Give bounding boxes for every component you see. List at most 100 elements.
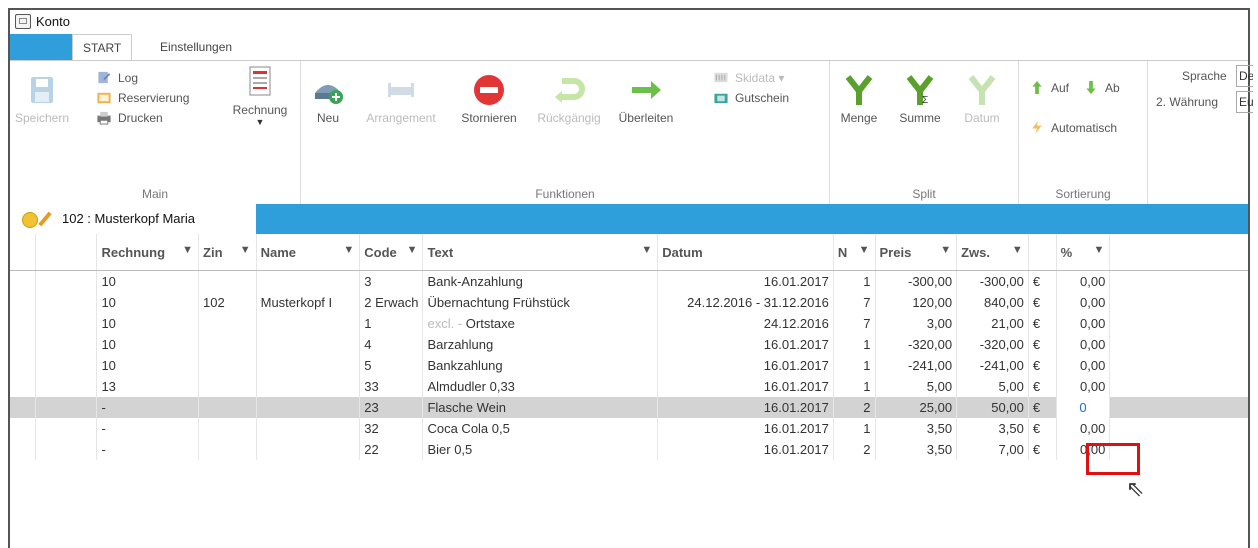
cell-anzahl: 2 (833, 439, 876, 460)
col-name[interactable]: Name ▼ (256, 234, 361, 271)
cell-prozent[interactable]: 0,00 (1056, 313, 1111, 334)
filter-icon[interactable]: ▼ (859, 244, 870, 256)
filter-icon[interactable]: ▼ (1093, 244, 1104, 256)
cell-rechnung: - (96, 418, 200, 439)
sort-automatisch-button[interactable]: Automatisch (1029, 119, 1117, 137)
reservierung-button[interactable]: Reservierung (96, 89, 189, 107)
cell-spacer (1110, 355, 1248, 376)
speichern-button[interactable]: Speichern (14, 73, 70, 125)
filter-icon[interactable]: ▼ (940, 244, 951, 256)
cell-prozent[interactable]: 0 (1056, 397, 1111, 418)
tab-start[interactable]: START (72, 34, 133, 60)
customer-tab[interactable]: 102 : Musterkopf Maria (10, 204, 256, 234)
table-row[interactable]: - 23 Flasche Wein 16.01.2017 2 25,00 50,00 €0 (10, 397, 1248, 418)
cell-currency: € (1028, 292, 1057, 313)
cell-spacer (1109, 397, 1248, 418)
waehrung-select[interactable]: Eu (1236, 91, 1253, 113)
cell-prozent[interactable]: 0,00 (1056, 418, 1111, 439)
tab-einstellungen[interactable]: Einstellungen (150, 34, 242, 60)
summe-button[interactable]: Σ Summe (890, 73, 950, 125)
cell-anzahl: 1 (833, 418, 876, 439)
cell-currency: € (1028, 355, 1057, 376)
neu-button[interactable]: Neu (303, 73, 353, 125)
sprache-select[interactable]: De (1236, 65, 1253, 87)
cell-datum: 24.12.2016 - 31.12.2016 (657, 292, 834, 313)
table-row[interactable]: -32 Coca Cola 0,5 16.01.2017 1 3,50 3,50 €0,00 (10, 418, 1248, 439)
konto-window: Konto START Einstellungen Speichern Log … (8, 8, 1253, 548)
cell-name (256, 334, 361, 355)
rueckgaengig-button[interactable]: Rückgängig (531, 73, 607, 125)
col-preis-label: Preis (879, 244, 912, 260)
filter-icon[interactable]: ▼ (240, 244, 251, 256)
cell-prozent[interactable]: 0,00 (1056, 376, 1111, 397)
cell-spacer (1110, 313, 1248, 334)
filter-icon[interactable]: ▼ (407, 244, 418, 256)
cell-zimmer (198, 418, 257, 439)
datum-split-button[interactable]: Datum (954, 73, 1010, 125)
excl-prefix: excl. - (427, 316, 466, 331)
rechnung-button[interactable]: Rechnung ▼ (228, 65, 292, 127)
file-tab[interactable] (10, 34, 72, 60)
table-row[interactable]: 10 3 Bank-Anzahlung 16.01.2017 1 -300,00 -300,… (10, 270, 1248, 292)
skidata-button[interactable]: Skidata ▾ (713, 69, 784, 87)
col-anzahl[interactable]: N ▼ (833, 234, 876, 271)
cell-rechnung: 10 (96, 334, 200, 355)
cell-zwischensumme: 3,50 (956, 418, 1029, 439)
filter-icon[interactable]: ▼ (343, 244, 354, 256)
cell-prozent[interactable]: 0,00 (1056, 355, 1111, 376)
sort-ab-button[interactable]: Ab (1083, 79, 1120, 97)
table-row[interactable]: 10 1 excl. - Ortstaxe 24.12.2016 7 3,00 21,00 €… (10, 313, 1248, 334)
new-bed-icon (311, 73, 345, 107)
ueberleiten-button[interactable]: Überleiten (607, 73, 685, 125)
cell-anzahl: 2 (833, 397, 876, 418)
sort-auf-button[interactable]: Auf (1029, 79, 1069, 97)
cell-rechnung: - (96, 397, 200, 418)
filter-icon[interactable]: ▼ (182, 244, 193, 256)
gutschein-button[interactable]: Gutschein (713, 89, 789, 107)
cancel-icon (472, 73, 506, 107)
table-row[interactable]: 10 102 Musterkopf I2 Erwach Übernachtung Fr… (10, 292, 1248, 313)
cell-zimmer (198, 270, 257, 292)
col-code[interactable]: Code ▼ (359, 234, 424, 271)
col-zimmer[interactable]: Zin ▼ (198, 234, 257, 271)
group-split-label: Split (912, 187, 936, 201)
sort-auf-label: Auf (1051, 81, 1070, 95)
cell-code: 3 (359, 270, 424, 292)
col-text[interactable]: Text ▼ (422, 234, 659, 271)
table-row[interactable]: 10 4 Barzahlung 16.01.2017 1 -320,00 -320,00 €0… (10, 334, 1248, 355)
cell-name (256, 313, 361, 334)
filter-icon[interactable]: ▼ (641, 244, 652, 256)
menge-button[interactable]: Menge (834, 73, 884, 125)
group-main: Speichern Log Reservierung Drucken Rechn… (10, 61, 301, 205)
cell-prozent[interactable]: 0,00 (1056, 270, 1111, 292)
cell-code: 22 (359, 439, 424, 460)
account-table: Rechnung ▼ Zin ▼ Name ▼ Code ▼ Text ▼ Datum N… (10, 234, 1248, 460)
table-row[interactable]: 10 5 Bankzahlung 16.01.2017 1 -241,00 -241,00 €… (10, 355, 1248, 376)
cell-zimmer (198, 397, 257, 418)
row-indicator-cell (10, 334, 37, 355)
arrangement-button[interactable]: Arrangement (357, 73, 445, 125)
table-row[interactable]: 13 33 Almdudler 0,33 16.01.2017 1 5,00 5,00 €0,… (10, 376, 1248, 397)
col-rechnung-label: Rechnung (101, 244, 166, 260)
cell-code: 1 (359, 313, 424, 334)
cell-prozent[interactable]: 0,00 (1056, 334, 1111, 355)
col-preis[interactable]: Preis ▼ (875, 234, 958, 271)
customer-label: 102 : Musterkopf Maria (62, 211, 195, 226)
col-rechnung[interactable]: Rechnung ▼ (96, 234, 200, 271)
cell-prozent[interactable]: 0,00 (1056, 292, 1111, 313)
skidata-icon (714, 72, 728, 83)
table-row[interactable]: -22 Bier 0,5 16.01.2017 2 3,50 7,00 €0,00 (10, 439, 1248, 460)
cell-datum: 16.01.2017 (657, 439, 834, 460)
reservierung-label: Reservierung (118, 91, 190, 105)
drucken-button[interactable]: Drucken (96, 109, 163, 127)
col-prozent[interactable]: % ▼ (1056, 234, 1111, 271)
filter-icon[interactable]: ▼ (1012, 244, 1023, 256)
mouse-cursor-icon: ⇖ (1126, 476, 1145, 501)
pencil-icon[interactable] (38, 211, 52, 227)
stornieren-button[interactable]: Stornieren (449, 73, 529, 125)
col-zwischensumme[interactable]: Zws. ▼ (956, 234, 1029, 271)
log-button[interactable]: Log (96, 69, 138, 87)
col-datum[interactable]: Datum (657, 234, 834, 271)
cell-name (256, 439, 361, 460)
cell-text: Coca Cola 0,5 (422, 418, 659, 439)
